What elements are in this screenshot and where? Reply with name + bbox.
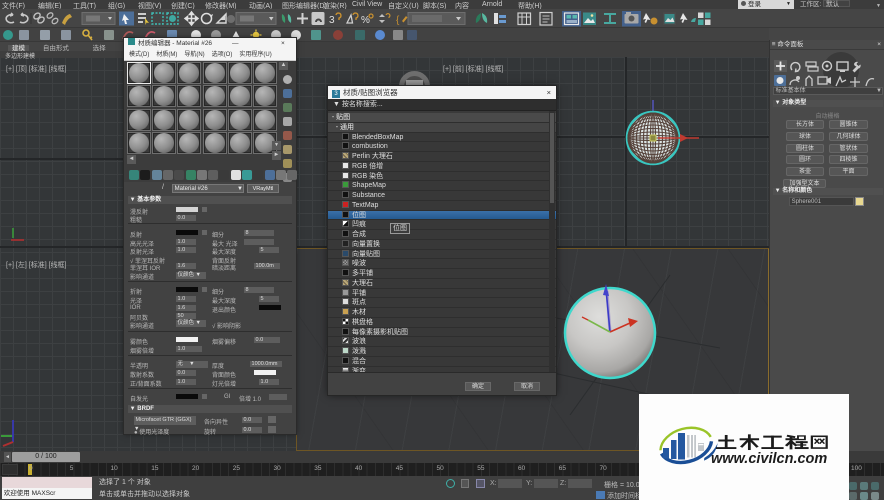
svg-text:3: 3 <box>329 15 335 26</box>
svg-text:{: { <box>396 15 400 26</box>
